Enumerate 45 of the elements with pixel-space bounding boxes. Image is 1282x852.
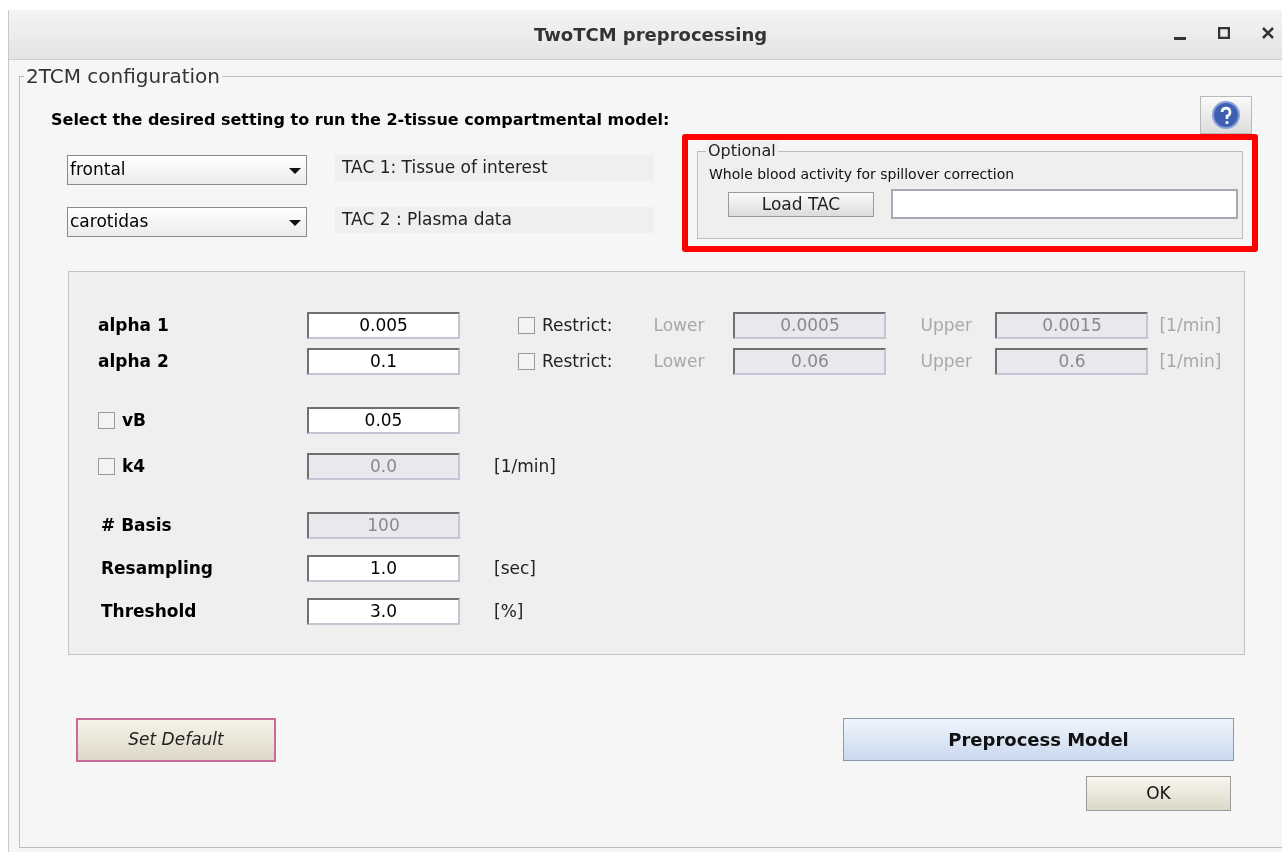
parameter-label: Resampling xyxy=(100,556,215,580)
maximize-icon[interactable] xyxy=(1218,27,1230,39)
caret-icon xyxy=(289,220,301,228)
parameter-label: # Basis xyxy=(100,513,173,537)
upper-label: Upper xyxy=(920,349,973,373)
preprocess-model-button[interactable]: Preprocess Model xyxy=(843,718,1234,761)
parameter-label: vB xyxy=(122,408,147,432)
checkbox[interactable] xyxy=(518,353,535,370)
number-field[interactable]: 0.1 xyxy=(307,348,460,375)
number-field[interactable]: 1.0 xyxy=(307,555,460,582)
checkbox[interactable] xyxy=(98,412,115,429)
unit-label: [1/min] xyxy=(494,454,556,478)
close-icon[interactable] xyxy=(1262,27,1274,39)
number-field[interactable]: 3.0 xyxy=(307,598,460,625)
load-tac-button[interactable]: Load TAC xyxy=(728,191,874,217)
instruction-text: Select the desired setting to run the 2-tissue compartmental model: xyxy=(51,109,670,131)
description-text: Whole blood activity for spillover correction xyxy=(709,165,1016,184)
ok-button[interactable]: OK xyxy=(1086,776,1231,811)
caret-icon xyxy=(289,168,301,176)
help-button[interactable] xyxy=(1200,96,1252,134)
parameter-label: alpha 1 xyxy=(98,313,170,337)
dropdown[interactable]: carotidas xyxy=(67,207,307,237)
file-path-field[interactable] xyxy=(891,189,1238,219)
tac-label: TAC 1: Tissue of interest xyxy=(335,155,654,181)
parameter-label: Threshold xyxy=(100,599,198,623)
parameter-label: k4 xyxy=(122,454,146,478)
parameter-label: alpha 2 xyxy=(98,349,170,373)
lower-label: Lower xyxy=(653,313,706,337)
unit-label: [1/min] xyxy=(1159,349,1222,373)
group-legend: Optional xyxy=(706,141,778,161)
checkbox[interactable] xyxy=(518,317,535,334)
unit-label: [sec] xyxy=(494,556,536,580)
help-icon xyxy=(1212,101,1240,129)
upper-label: Upper xyxy=(920,313,973,337)
unit-label: [%] xyxy=(494,599,524,623)
lower-label: Lower xyxy=(653,349,706,373)
restrict-label: Restrict: xyxy=(542,313,613,337)
dropdown[interactable]: frontal xyxy=(67,155,307,185)
set-default-button[interactable]: Set Default xyxy=(76,718,276,762)
window-title: TwoTCM preprocessing xyxy=(533,23,768,47)
number-field[interactable]: 0.05 xyxy=(307,407,460,434)
unit-label: [1/min] xyxy=(1159,313,1222,337)
tac-label: TAC 2 : Plasma data xyxy=(335,207,654,233)
restrict-label: Restrict: xyxy=(542,349,613,373)
number-field[interactable]: 0.005 xyxy=(307,312,460,339)
